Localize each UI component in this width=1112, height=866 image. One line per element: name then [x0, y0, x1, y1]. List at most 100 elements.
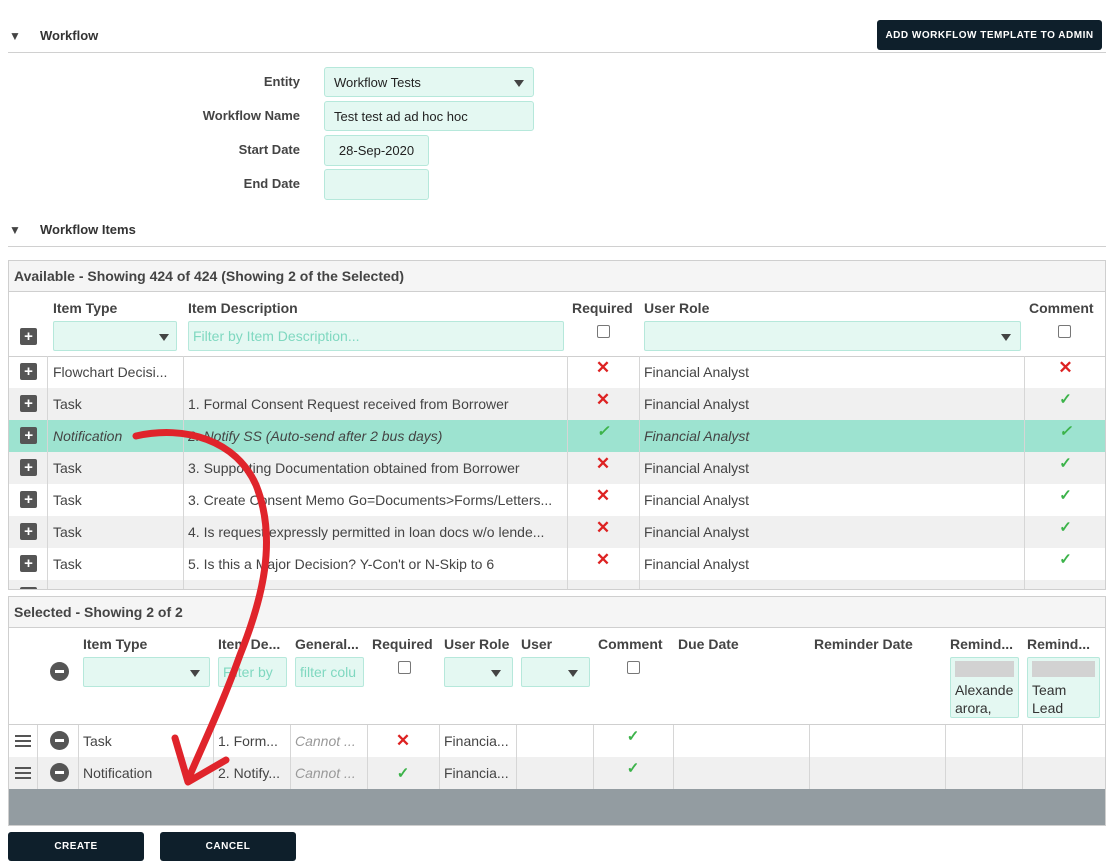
- check-icon: ✓: [1059, 487, 1072, 504]
- cell-desc: 2. Notify...: [218, 765, 280, 781]
- cell-role: Financial Analyst: [644, 460, 750, 476]
- cell-desc: [188, 356, 562, 388]
- item-type-filter[interactable]: [83, 657, 210, 687]
- cell-comment: ✓: [1024, 516, 1105, 548]
- remove-item-button[interactable]: [50, 731, 69, 750]
- col-remind-1[interactable]: Remind...: [950, 636, 1022, 652]
- required-filter-checkbox[interactable]: [398, 661, 411, 674]
- end-date-input[interactable]: [324, 169, 429, 200]
- add-item-button[interactable]: +: [20, 587, 37, 589]
- cell-desc: 5. Is this a Major Decision? Y-Con't or …: [188, 556, 495, 572]
- col-item-type[interactable]: Item Type: [83, 636, 147, 652]
- drag-handle-icon[interactable]: [15, 735, 31, 747]
- column-divider: [1024, 356, 1025, 589]
- table-row[interactable]: + Task 4. Is request expressly permitted i…: [9, 516, 1105, 548]
- general-filter[interactable]: filter colu: [295, 657, 364, 687]
- entity-label: Entity: [263, 74, 300, 89]
- x-mark-icon: ✕: [395, 731, 411, 750]
- user-filter[interactable]: [521, 657, 590, 687]
- col-user[interactable]: User: [521, 636, 552, 652]
- col-required[interactable]: Required: [372, 636, 433, 652]
- table-row[interactable]: + Task 5. Is this a Major Decision? Y-Con'…: [9, 548, 1105, 580]
- col-user-role[interactable]: User Role: [444, 636, 509, 652]
- selected-title: Selected - Showing 2 of 2: [9, 597, 1105, 628]
- column-divider: [213, 725, 214, 789]
- col-due-date[interactable]: Due Date: [678, 636, 739, 652]
- column-divider: [47, 356, 48, 589]
- cell-role: Financia...: [444, 733, 509, 749]
- table-row[interactable]: +: [9, 580, 1105, 589]
- column-divider: [183, 356, 184, 589]
- column-divider: [593, 725, 594, 789]
- check-icon: ✓: [1059, 519, 1072, 536]
- add-item-button[interactable]: +: [20, 555, 37, 572]
- add-all-button[interactable]: +: [20, 328, 37, 345]
- table-row[interactable]: + Task 3. Supporting Documentation obtaine…: [9, 452, 1105, 484]
- available-title: Available - Showing 424 of 424 (Showing …: [9, 261, 1105, 292]
- cell-comment: ✓: [593, 757, 673, 789]
- remove-item-button[interactable]: [50, 763, 69, 782]
- check-icon: ✓: [396, 765, 410, 782]
- start-date-input[interactable]: 28-Sep-2020: [324, 135, 429, 166]
- col-required[interactable]: Required: [572, 300, 633, 316]
- col-remind-2[interactable]: Remind...: [1027, 636, 1099, 652]
- entity-select[interactable]: Workflow Tests: [324, 67, 534, 97]
- col-comment[interactable]: Comment: [1029, 300, 1094, 316]
- remind-1-filter[interactable]: Alexander arora, anu: [950, 657, 1019, 718]
- collapse-triangle-icon[interactable]: ▼: [9, 223, 21, 237]
- col-user-role[interactable]: User Role: [644, 300, 709, 316]
- check-icon: ✓: [1059, 391, 1072, 408]
- check-icon: ✓: [1059, 551, 1072, 568]
- add-item-button[interactable]: +: [20, 523, 37, 540]
- add-item-button[interactable]: +: [20, 395, 37, 412]
- col-reminder-date[interactable]: Reminder Date: [814, 636, 913, 652]
- x-mark-icon: ✕: [595, 486, 611, 505]
- comment-filter-checkbox[interactable]: [627, 661, 640, 674]
- cell-type: Notification: [53, 428, 123, 444]
- table-row[interactable]: Task 1. Form... Cannot ... Financia... ✕ ✓: [9, 725, 1105, 757]
- create-button[interactable]: CREATE: [8, 832, 144, 861]
- user-role-filter[interactable]: [644, 321, 1021, 351]
- column-divider: [1022, 725, 1023, 789]
- remove-all-button[interactable]: [50, 662, 69, 681]
- table-row[interactable]: + Flowchart Decisi... Financial Analyst ✕ ✕: [9, 356, 1105, 388]
- table-row[interactable]: + Task 1. Formal Consent Request received …: [9, 388, 1105, 420]
- add-item-button[interactable]: +: [20, 363, 37, 380]
- add-workflow-template-button[interactable]: ADD WORKFLOW TEMPLATE TO ADMIN: [877, 20, 1102, 50]
- available-rows: + Flowchart Decisi... Financial Analyst ✕ ✕ +…: [9, 356, 1105, 589]
- collapse-triangle-icon[interactable]: ▼: [9, 29, 21, 43]
- cell-general: Cannot ...: [295, 733, 356, 749]
- comment-filter-checkbox[interactable]: [1058, 325, 1071, 338]
- column-divider: [567, 356, 568, 589]
- remind-2-filter[interactable]: Team Lead Small Loan: [1027, 657, 1100, 718]
- item-type-filter[interactable]: [53, 321, 177, 351]
- cell-required: ✕: [567, 452, 639, 484]
- col-item-description[interactable]: Item De...: [218, 636, 290, 652]
- item-description-filter[interactable]: Filter by Item Description...: [188, 321, 564, 351]
- cell-comment: ✓: [1024, 420, 1105, 452]
- remind-1-text: Alexander arora, anu: [955, 682, 1014, 716]
- item-description-filter[interactable]: Filter by: [218, 657, 287, 687]
- col-general[interactable]: General...: [295, 636, 367, 652]
- col-item-description[interactable]: Item Description: [188, 300, 298, 316]
- cell-required: ✕: [567, 548, 639, 580]
- table-row[interactable]: + Notification 2. Notify SS (Auto-send aft…: [9, 420, 1105, 452]
- table-row[interactable]: Notification 2. Notify... Cannot ... Financ…: [9, 757, 1105, 789]
- table-row[interactable]: + Task 3. Create Consent Memo Go=Documents…: [9, 484, 1105, 516]
- drag-handle-icon[interactable]: [15, 767, 31, 779]
- col-comment[interactable]: Comment: [598, 636, 663, 652]
- cell-desc: 1. Form...: [218, 733, 278, 749]
- cell-comment: ✓: [1024, 452, 1105, 484]
- cancel-button[interactable]: CANCEL: [160, 832, 296, 861]
- user-role-filter[interactable]: [444, 657, 513, 687]
- workflow-name-input[interactable]: Test test ad ad hoc hoc: [324, 101, 534, 131]
- entity-value: Workflow Tests: [334, 74, 421, 90]
- x-mark-icon: ✕: [595, 550, 611, 569]
- add-item-button[interactable]: +: [20, 491, 37, 508]
- cell-role: Financial Analyst: [644, 556, 750, 572]
- add-item-button[interactable]: +: [20, 427, 37, 444]
- col-item-type[interactable]: Item Type: [53, 300, 117, 316]
- add-item-button[interactable]: +: [20, 459, 37, 476]
- cell-comment: ✓: [593, 725, 673, 757]
- required-filter-checkbox[interactable]: [597, 325, 610, 338]
